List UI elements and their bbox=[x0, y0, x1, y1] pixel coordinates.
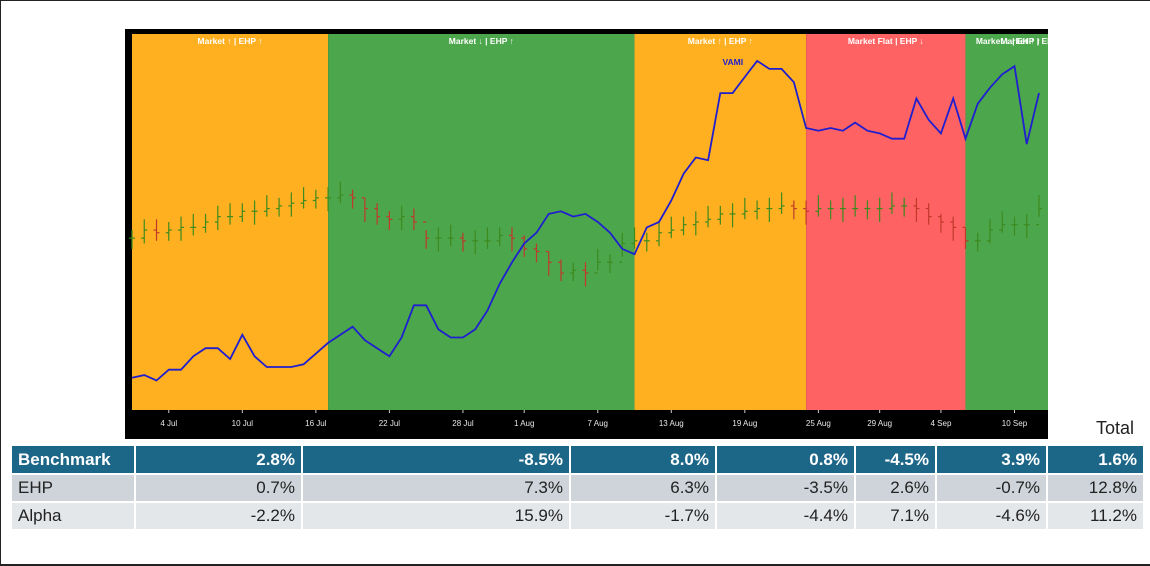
table-cell: 3.9% bbox=[936, 446, 1048, 475]
table-cell: 0.7% bbox=[135, 474, 303, 503]
table-row-ehp: EHP 0.7% 7.3% 6.3% -3.5% 2.6% -0.7% 12.8… bbox=[12, 474, 1145, 503]
vami-series-label: VAMI bbox=[722, 57, 743, 67]
regime-band bbox=[965, 34, 1048, 410]
x-tick-label: 22 Jul bbox=[379, 419, 401, 428]
x-tick-label: 1 Aug bbox=[514, 419, 534, 428]
row-label: Benchmark bbox=[12, 446, 136, 475]
table-cell: 6.3% bbox=[570, 474, 717, 503]
total-column-label: Total bbox=[1096, 418, 1135, 438]
x-tick-label: 28 Jul bbox=[452, 419, 474, 428]
table-cell-total: 12.8% bbox=[1047, 474, 1145, 503]
table-cell: 2.6% bbox=[855, 474, 937, 503]
row-label: EHP bbox=[12, 474, 136, 503]
table-cell: -3.5% bbox=[716, 474, 856, 503]
chart-svg: Market ↑ | EHP ↑ Market ↓ | EHP ↑ Market ↑… bbox=[129, 34, 1048, 428]
table-cell: -4.6% bbox=[936, 502, 1048, 531]
row-label: Alpha bbox=[12, 502, 136, 531]
regime-label: Market ↓ | EHP ↑ bbox=[449, 36, 514, 46]
table-cell: -8.5% bbox=[302, 446, 571, 475]
regime-label: Market Flat | EHP ↓ bbox=[848, 36, 924, 46]
table-cell: 7.1% bbox=[855, 502, 937, 531]
regime-label: Market ↑ | EHP ↑ bbox=[688, 36, 753, 46]
table-cell: 15.9% bbox=[302, 502, 571, 531]
x-tick-label: 25 Aug bbox=[806, 419, 831, 428]
table-cell: 2.8% bbox=[135, 446, 303, 475]
table-cell-total: 11.2% bbox=[1047, 502, 1145, 531]
table-row-benchmark: Benchmark 2.8% -8.5% 8.0% 0.8% -4.5% 3.9… bbox=[12, 446, 1145, 475]
x-tick-label: 10 Jul bbox=[232, 419, 254, 428]
regime-label: Market ↑ | EHP ↓ We ... bbox=[1000, 36, 1048, 46]
table-cell: 8.0% bbox=[570, 446, 717, 475]
x-tick-label: 7 Aug bbox=[588, 419, 608, 428]
x-tick-label: 29 Aug bbox=[867, 419, 892, 428]
table-cell: -4.4% bbox=[716, 502, 856, 531]
price-chart: Market ↑ | EHP ↑ Market ↓ | EHP ↑ Market ↑… bbox=[125, 29, 1048, 439]
x-tick-label: 4 Sep bbox=[930, 419, 951, 428]
regime-label: Market ↑ | EHP ↑ bbox=[198, 36, 263, 46]
x-tick-label: 19 Aug bbox=[732, 419, 757, 428]
x-tick-label: 16 Jul bbox=[305, 419, 327, 428]
regime-band bbox=[328, 34, 635, 410]
table-cell: -2.2% bbox=[135, 502, 303, 531]
x-tick-label: 13 Aug bbox=[659, 419, 684, 428]
table-cell: 7.3% bbox=[302, 474, 571, 503]
table-cell: -0.7% bbox=[936, 474, 1048, 503]
x-tick-label: 4 Jul bbox=[160, 419, 177, 428]
x-tick-label: 10 Sep bbox=[1002, 419, 1028, 428]
table-cell: -1.7% bbox=[570, 502, 717, 531]
table-cell: -4.5% bbox=[855, 446, 937, 475]
table-cell: 0.8% bbox=[716, 446, 856, 475]
table-cell-total: 1.6% bbox=[1047, 446, 1145, 475]
table-row-alpha: Alpha -2.2% 15.9% -1.7% -4.4% 7.1% -4.6%… bbox=[12, 502, 1145, 531]
performance-table: Benchmark 2.8% -8.5% 8.0% 0.8% -4.5% 3.9… bbox=[12, 446, 1145, 531]
